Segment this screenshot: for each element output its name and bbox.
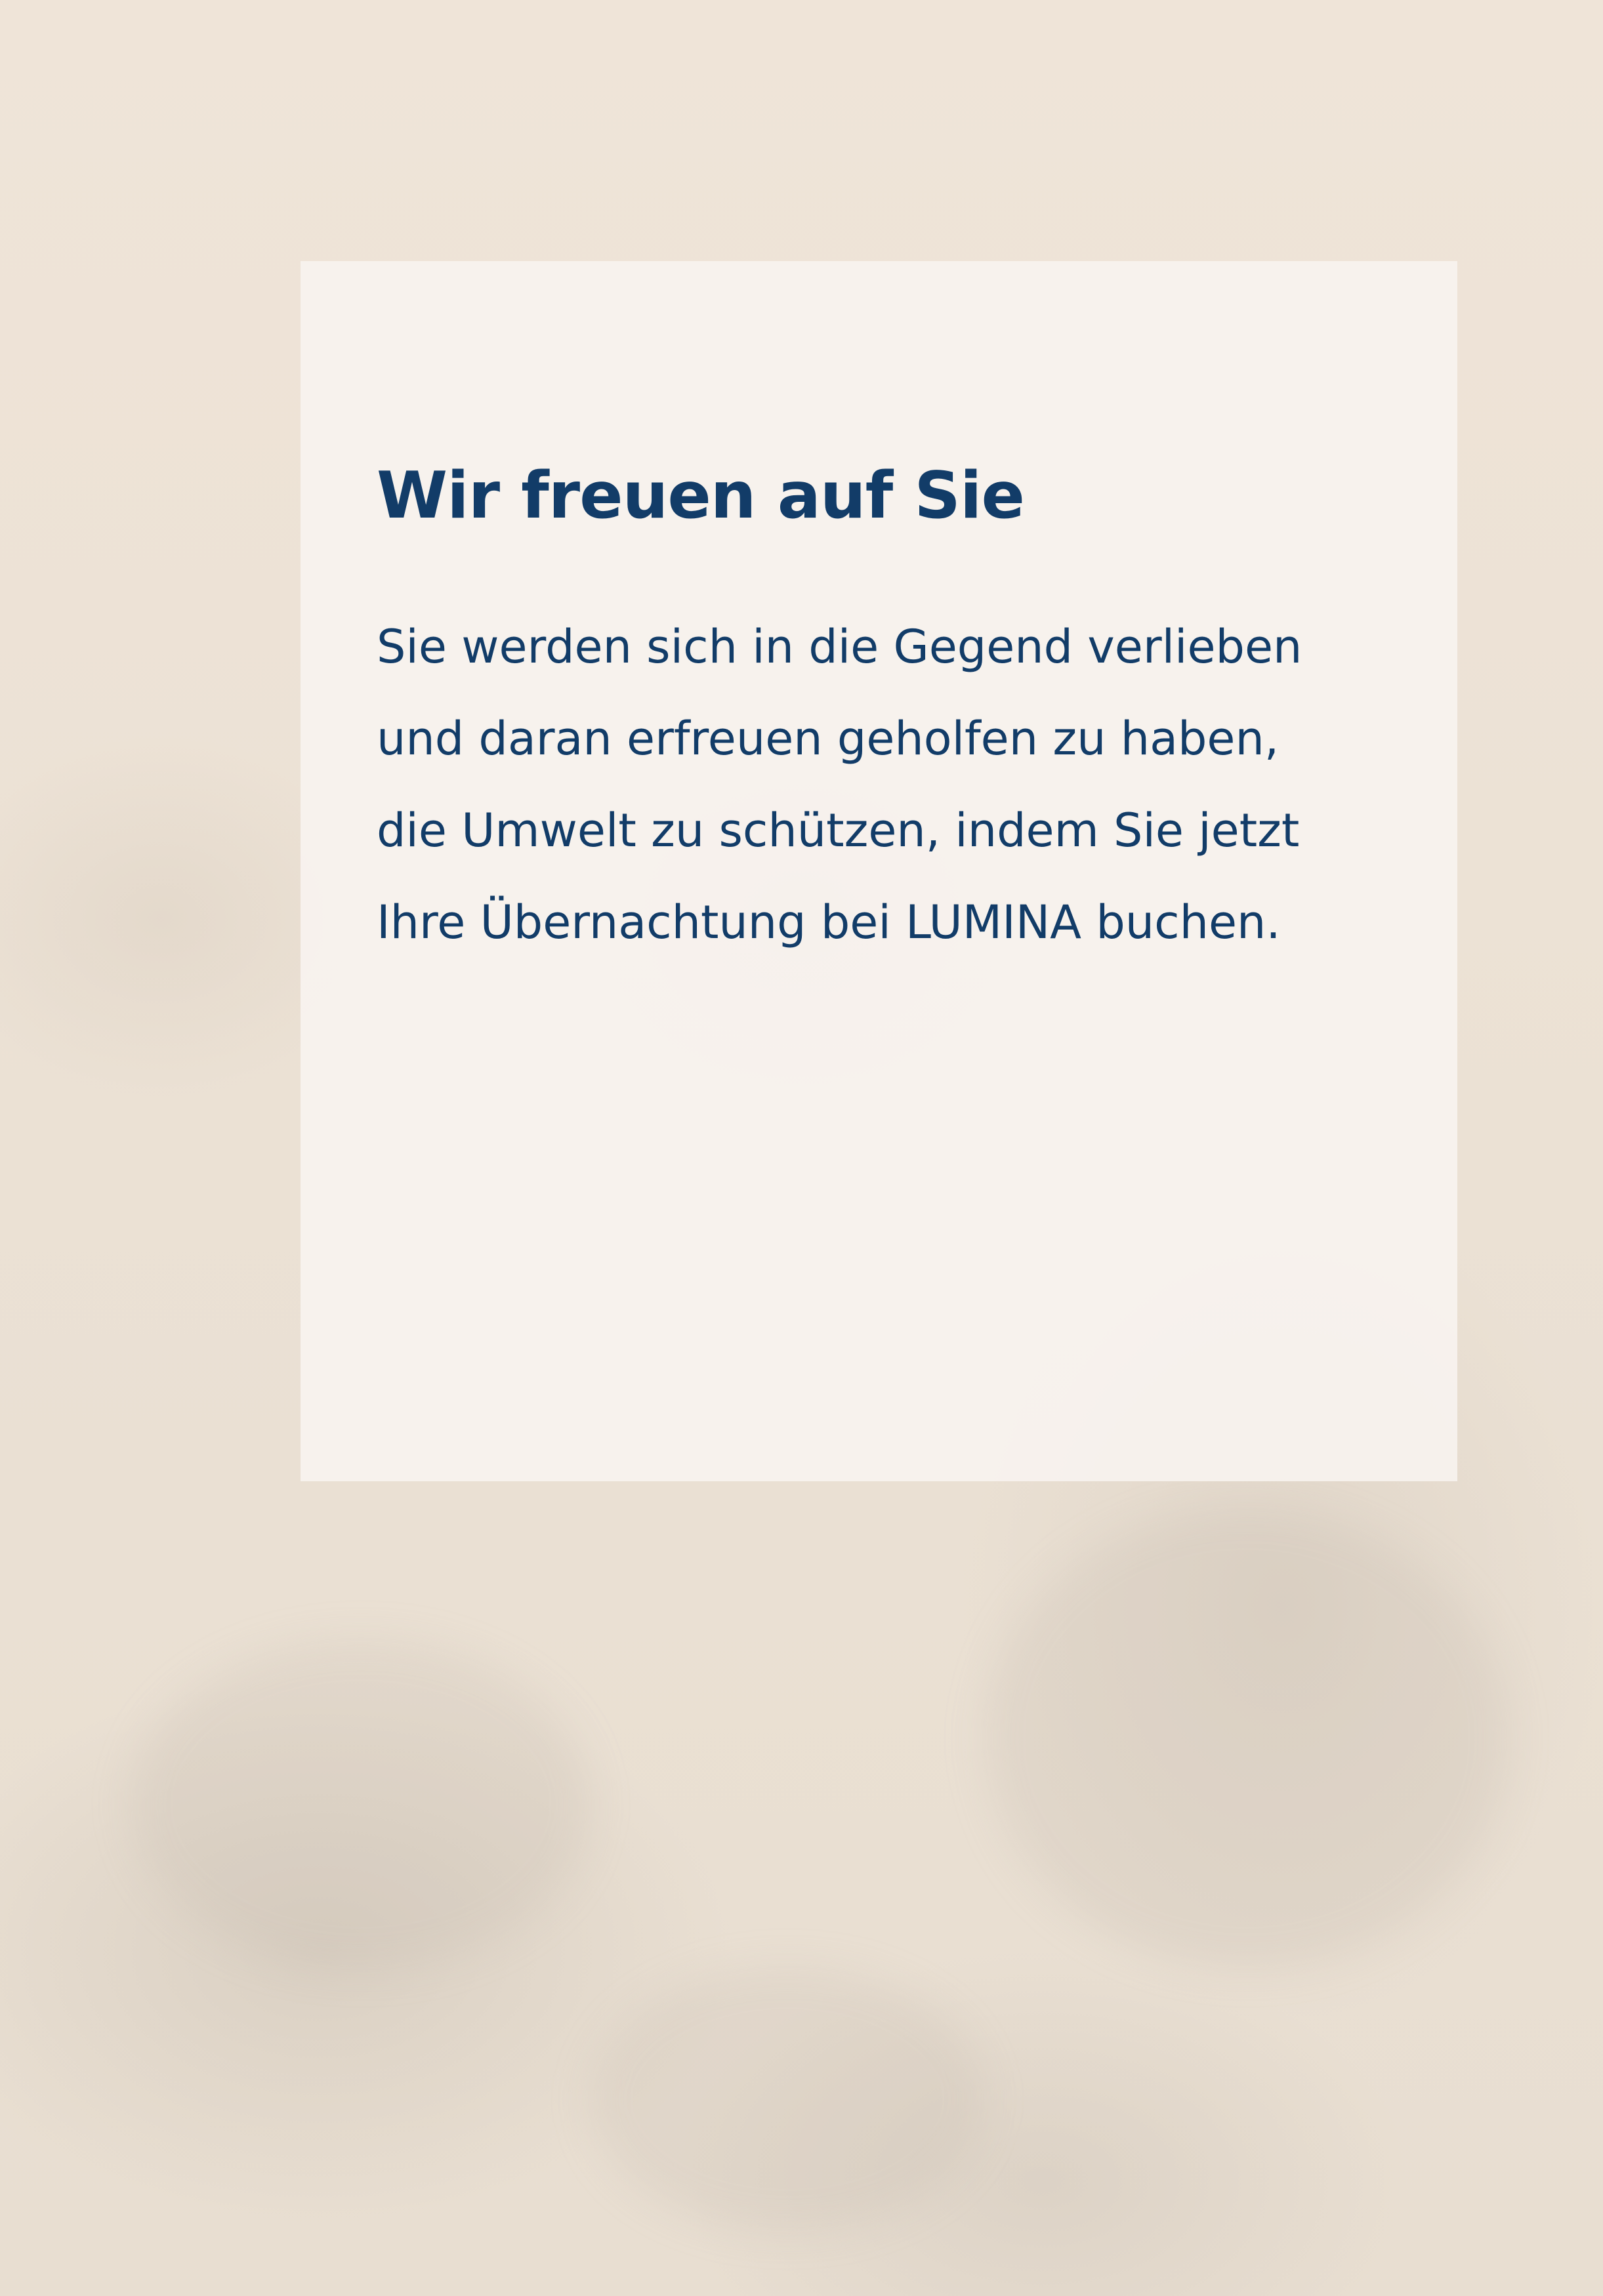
background-texture — [591, 1968, 984, 2230]
background-texture — [131, 1640, 591, 1968]
body-line: und daran erfreuen geholfen zu haben, — [377, 711, 1280, 766]
body-line: die Umwelt zu schützen, indem Sie jetzt — [377, 803, 1300, 857]
content-panel: Wir freuen auf Sie Sie werden sich in di… — [301, 261, 1457, 1481]
body-paragraph: Sie werden sich in die Gegend verlieben … — [377, 601, 1426, 968]
body-line: Sie werden sich in die Gegend verlieben — [377, 619, 1302, 674]
page-heading: Wir freuen auf Sie — [377, 459, 1025, 533]
body-line: Ihre Übernachtung bei LUMINA buchen. — [377, 895, 1281, 949]
background-texture — [984, 1509, 1509, 1968]
